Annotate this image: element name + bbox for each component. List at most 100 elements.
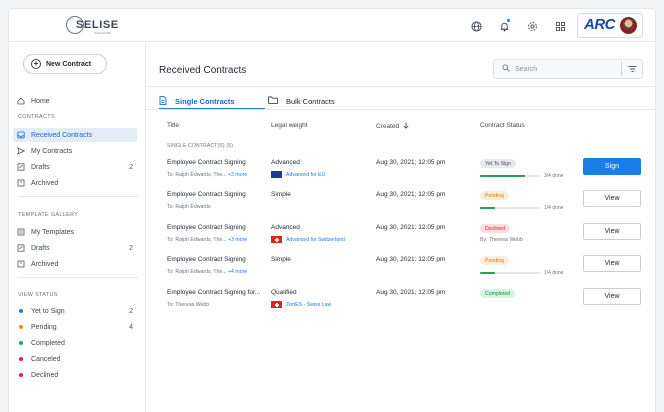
sidebar-item-count: 2 [129,307,133,315]
notification-dot [507,19,510,22]
recipients-text: To: Ralph Edwards, The... [167,172,229,178]
section-heading-contracts: CONTRACTS [18,114,55,120]
recipients: To: Ralph Edwards, The... +3 more [167,172,247,178]
status-dot [19,373,23,377]
view-button[interactable]: View [583,190,641,207]
progress-text: 3/4 done [544,173,564,179]
progress-fill [480,207,495,209]
account-switcher[interactable]: ARC [577,13,643,38]
sidebar-item-status-completed[interactable]: Completed [13,336,137,350]
more-recipients-link[interactable]: +3 more [228,237,247,243]
legal-jurisdiction[interactable]: ZertES - Swiss Law [271,301,331,308]
table-row[interactable]: Employee Contract Signing To: Ralph Edwar… [146,223,655,256]
sidebar-item-home[interactable]: Home [13,94,137,108]
gear-icon[interactable] [525,19,539,33]
sidebar-item-received-contracts[interactable]: Received Contracts [13,128,137,142]
section-heading-status: VIEW STATUS [18,292,58,298]
legal-jurisdiction[interactable]: Advanced for EU [271,171,325,178]
recipients: To: Ralph Edwards, The... +3 more [167,237,247,243]
sidebar-item-status-declined[interactable]: Declined [13,368,137,382]
archive-icon [17,260,25,268]
sidebar-item-archived[interactable]: Archived [13,176,137,190]
search-input[interactable]: Search [493,59,643,79]
sidebar-item-drafts[interactable]: Drafts 2 [13,160,137,174]
draft-icon [17,163,25,171]
view-button[interactable]: View [583,255,641,272]
legal-jurisdiction[interactable]: Advanced for Switzerland [271,236,345,243]
table-row[interactable]: Employee Contract Signing for... To: Ther… [146,288,655,321]
sidebar-item-label: Drafts [31,244,50,252]
sidebar-item-label: Pending [31,323,57,331]
progress-bar [480,175,540,177]
sidebar-item-status-pending[interactable]: Pending 4 [13,320,137,334]
tab-single-contracts[interactable]: Single Contracts [159,94,235,108]
progress-fill [480,272,495,274]
status-dot [19,357,23,361]
document-icon [159,95,167,107]
contract-title[interactable]: Employee Contract Signing for... [167,289,260,296]
sidebar-item-status-yet-to-sign[interactable]: Yet to Sign 2 [13,304,137,318]
eu-flag-icon [271,171,282,178]
jurisdiction-label: ZertES - Swiss Law [286,301,332,308]
sidebar-item-label: My Templates [31,228,75,236]
status-badge: Pending [480,191,510,200]
plus-icon: + [31,59,41,69]
created-date: Aug 30, 2021; 12:05 pm [376,159,446,166]
progress-fill [480,175,525,177]
swiss-flag-icon [271,301,282,308]
new-contract-button[interactable]: + New Contract [23,54,107,74]
column-header-legal-weight[interactable]: Legal weight [271,122,308,129]
table-row[interactable]: Employee Contract Signing To: Ralph Edwar… [146,190,655,223]
globe-icon[interactable] [469,19,483,33]
created-date: Aug 30, 2021; 12:05 pm [376,289,446,296]
more-recipients-link[interactable]: +3 more [228,172,247,178]
table-row[interactable]: Employee Contract Signing To: Ralph Edwar… [146,158,655,191]
grid-icon[interactable] [553,19,567,33]
status-badge: Pending [480,256,510,265]
more-recipients-link[interactable]: +4 more [228,269,247,275]
draft-icon [17,244,25,252]
user-avatar[interactable] [620,17,637,34]
tabs-top-border [146,86,655,87]
progress-text: 1/4 done [544,205,564,211]
view-button[interactable]: View [583,223,641,240]
sidebar-item-label: Completed [31,339,65,347]
recipients: To: Ralph Edwards [167,204,211,210]
sign-button[interactable]: Sign [583,158,641,175]
sidebar-item-my-templates[interactable]: My Templates [13,225,137,239]
column-header-created[interactable]: Created [376,122,409,131]
recipients-text: To: Theresa Webb [167,302,210,308]
search-divider [621,62,622,76]
recipients-text: To: Ralph Edwards [167,204,211,210]
column-header-title[interactable]: Title [167,122,179,129]
sidebar-divider [18,277,138,278]
sidebar-item-my-contracts[interactable]: My Contracts [13,144,137,158]
table-row[interactable]: Employee Contract Signing To: Ralph Edwar… [146,255,655,288]
contract-title[interactable]: Employee Contract Signing [167,224,246,231]
tab-label: Bulk Contracts [286,96,335,106]
progress-text: 1/4 done [544,270,564,276]
bell-icon[interactable] [497,19,511,33]
archive-icon [17,179,25,187]
sidebar-item-status-canceled[interactable]: Canceled [13,352,137,366]
created-date: Aug 30, 2021; 12:05 pm [376,256,446,263]
selise-logo[interactable]: SELISE SIGNATURE [64,16,118,36]
sidebar-item-template-drafts[interactable]: Drafts 2 [13,241,137,255]
section-heading-templates: TEMPLATE GALLERY [18,212,79,218]
view-button[interactable]: View [583,288,641,305]
sidebar-item-template-archived[interactable]: Archived [13,257,137,271]
inbox-icon [17,131,25,139]
contract-title[interactable]: Employee Contract Signing [167,256,246,263]
swiss-flag-icon [271,236,282,243]
created-date: Aug 30, 2021; 12:05 pm [376,191,446,198]
contract-title[interactable]: Employee Contract Signing [167,159,246,166]
column-header-status[interactable]: Contract Status [480,122,525,129]
search-icon [502,64,510,74]
top-bar: SELISE SIGNATURE ARC [9,9,655,42]
filter-icon[interactable] [628,65,637,75]
send-icon [17,147,25,155]
brand-logo: ARC [584,16,616,33]
tab-bulk-contracts[interactable]: Bulk Contracts [268,94,335,108]
sidebar-item-label: My Contracts [31,147,73,155]
contract-title[interactable]: Employee Contract Signing [167,191,246,198]
